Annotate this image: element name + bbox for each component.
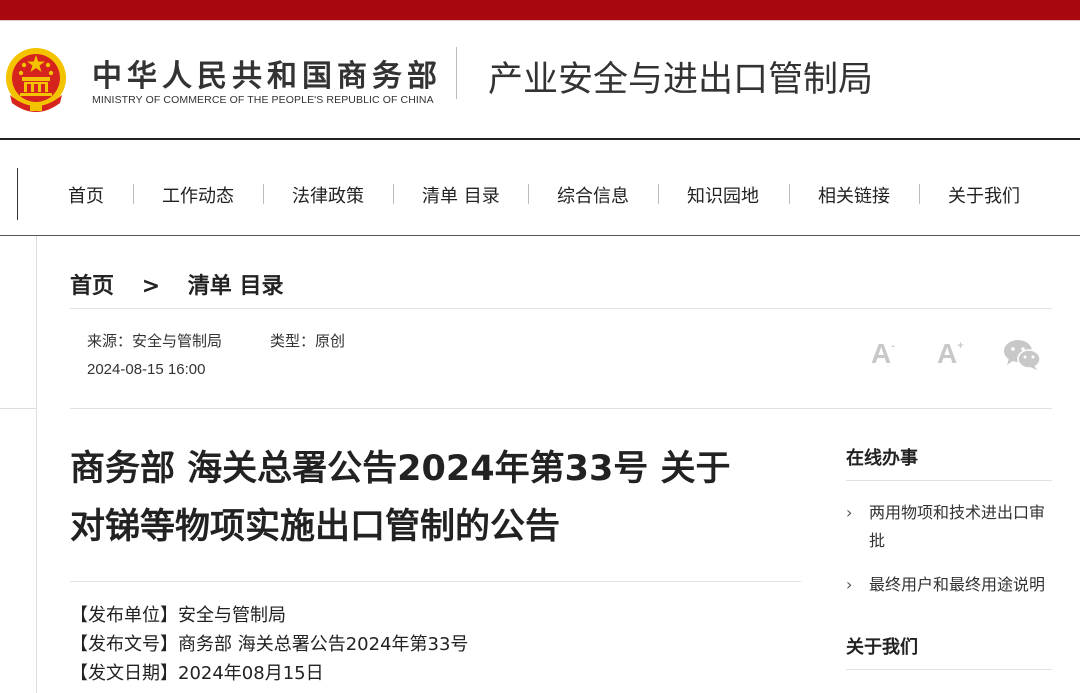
nav-item-related-links[interactable]: 相关链接 bbox=[818, 182, 890, 208]
font-small-icon: A bbox=[871, 338, 892, 369]
main-nav: 首页 工作动态 法律政策 清单 目录 综合信息 知识园地 相关链接 关于我们 bbox=[0, 140, 1080, 236]
left-rail-divider bbox=[0, 408, 36, 409]
article-title-line-2: 对锑等物项实施出口管制的公告 bbox=[70, 507, 561, 547]
nav-separator bbox=[919, 184, 920, 204]
meta-divider bbox=[70, 408, 1052, 409]
nav-separator bbox=[658, 184, 659, 204]
sidebar-link-label: 两用物项和技术进出口审批 bbox=[869, 503, 1046, 550]
sidebar-link-end-user-statement[interactable]: › 最终用户和最终用途说明 bbox=[846, 571, 1052, 599]
decrease-font-button[interactable]: A- bbox=[871, 338, 895, 370]
nav-item-home[interactable]: 首页 bbox=[68, 182, 104, 208]
nav-item-about-us[interactable]: 关于我们 bbox=[948, 182, 1020, 208]
top-red-bar bbox=[0, 0, 1080, 20]
site-header: 中华人民共和国商务部 MINISTRY OF COMMERCE OF THE P… bbox=[0, 21, 1080, 138]
article-source: 来源：安全与管制局 bbox=[87, 332, 223, 350]
sidebar-heading-online-services: 在线办事 bbox=[846, 448, 918, 469]
font-large-sign: + bbox=[957, 340, 964, 352]
nav-separator bbox=[528, 184, 529, 204]
breadcrumb-divider bbox=[70, 308, 1052, 309]
nav-item-work-news[interactable]: 工作动态 bbox=[162, 182, 234, 208]
nav-item-lists-catalogs[interactable]: 清单 目录 bbox=[422, 182, 500, 208]
nav-separator bbox=[789, 184, 790, 204]
title-divider bbox=[70, 581, 801, 582]
ministry-name-en[interactable]: MINISTRY OF COMMERCE OF THE PEOPLE'S REP… bbox=[92, 94, 434, 106]
nav-left-divider bbox=[17, 168, 18, 220]
sidebar-divider bbox=[846, 669, 1052, 670]
info-issue-date: 【发文日期】2024年08月15日 bbox=[70, 663, 324, 684]
bureau-name[interactable]: 产业安全与进出口管制局 bbox=[488, 51, 873, 102]
left-rail-border bbox=[36, 236, 37, 693]
font-small-sign: - bbox=[891, 340, 895, 352]
sidebar-heading-about-us: 关于我们 bbox=[846, 637, 918, 658]
wechat-icon[interactable] bbox=[1003, 339, 1041, 371]
nav-bottom-border bbox=[0, 235, 1080, 236]
breadcrumb-separator: > bbox=[141, 274, 161, 299]
chevron-right-icon: › bbox=[846, 575, 853, 594]
nav-item-general-info[interactable]: 综合信息 bbox=[557, 182, 629, 208]
breadcrumb-current[interactable]: 清单 目录 bbox=[188, 268, 284, 300]
info-document-number: 【发布文号】商务部 海关总署公告2024年第33号 bbox=[70, 634, 469, 655]
sidebar-divider bbox=[846, 480, 1052, 481]
chevron-right-icon: › bbox=[846, 503, 853, 522]
ministry-name-cn[interactable]: 中华人民共和国商务部 bbox=[92, 51, 442, 95]
national-emblem-icon[interactable] bbox=[4, 45, 68, 115]
nav-item-laws-policies[interactable]: 法律政策 bbox=[292, 182, 364, 208]
nav-item-knowledge[interactable]: 知识园地 bbox=[687, 182, 759, 208]
font-large-icon: A bbox=[937, 338, 958, 369]
article-type: 类型：原创 bbox=[270, 332, 346, 350]
article-title-line-1: 商务部 海关总署公告2024年第33号 关于 bbox=[70, 449, 731, 489]
breadcrumb: 首页 > 清单 目录 bbox=[70, 268, 283, 300]
sidebar-link-dual-use-approval[interactable]: › 两用物项和技术进出口审批 bbox=[846, 499, 1052, 555]
increase-font-button[interactable]: A+ bbox=[937, 338, 964, 370]
article-date: 2024-08-15 16:00 bbox=[87, 361, 206, 378]
article-title: 商务部 海关总署公告2024年第33号 关于 对锑等物项实施出口管制的公告 bbox=[70, 440, 790, 556]
sidebar-link-label: 最终用户和最终用途说明 bbox=[869, 575, 1046, 594]
header-divider bbox=[456, 47, 457, 99]
breadcrumb-home[interactable]: 首页 bbox=[70, 268, 114, 300]
nav-separator bbox=[263, 184, 264, 204]
nav-separator bbox=[133, 184, 134, 204]
info-publisher: 【发布单位】安全与管制局 bbox=[70, 605, 286, 626]
nav-separator bbox=[393, 184, 394, 204]
